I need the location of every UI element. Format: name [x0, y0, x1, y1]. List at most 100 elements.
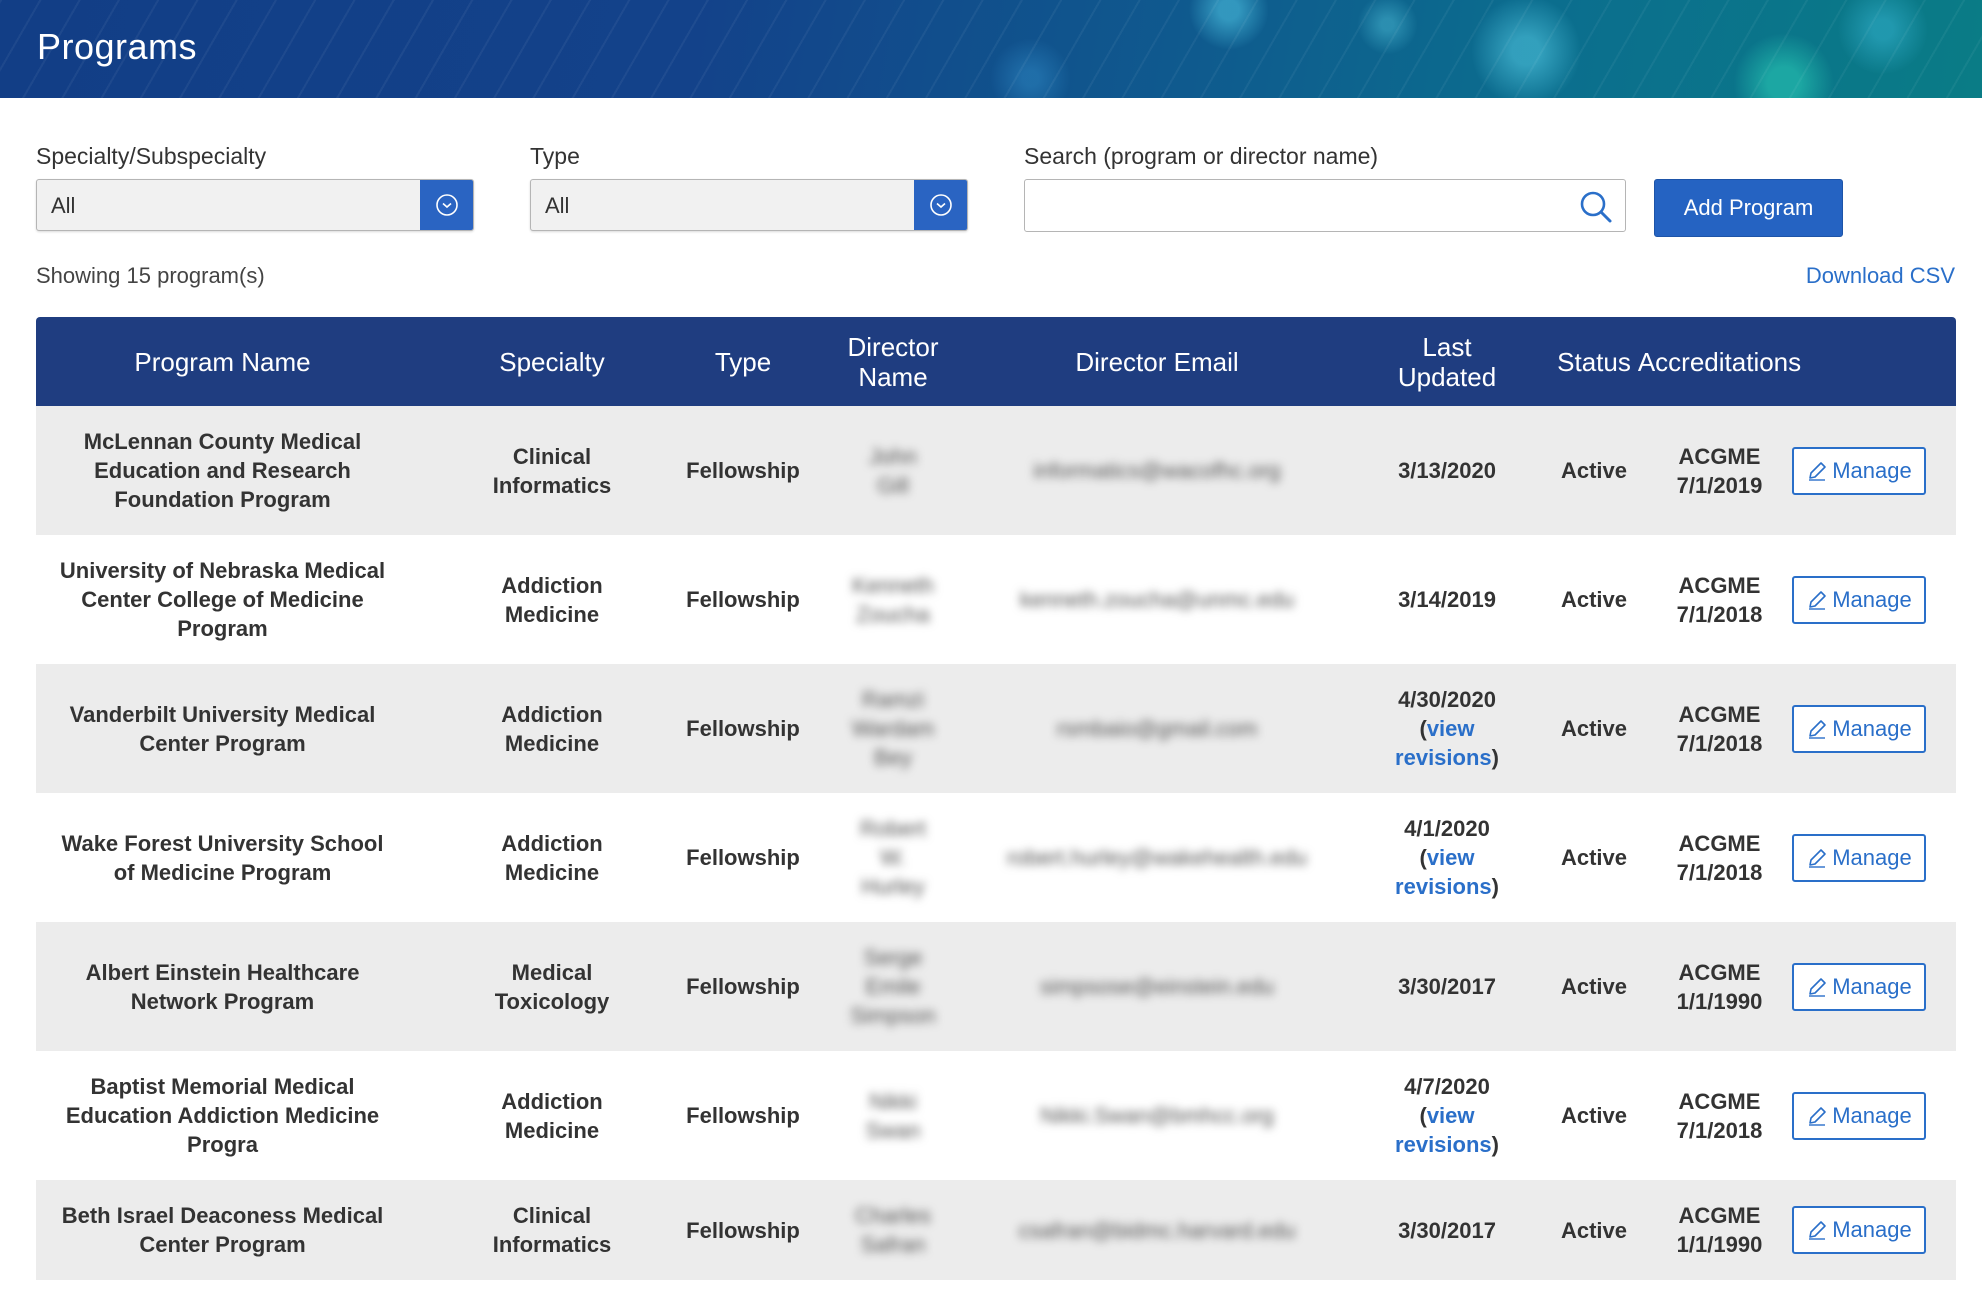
- last-updated-date: 3/30/2017: [1398, 974, 1496, 999]
- search-label: Search (program or director name): [1024, 143, 1379, 169]
- program-specialty: Clinical Informatics: [492, 443, 612, 498]
- col-director-email[interactable]: Director Email: [978, 317, 1336, 406]
- manage-label: Manage: [1832, 457, 1912, 483]
- manage-button[interactable]: Manage: [1792, 1091, 1926, 1140]
- type-select-value: All: [545, 193, 570, 218]
- manage-label: Manage: [1832, 586, 1912, 612]
- manage-label: Manage: [1832, 844, 1912, 870]
- program-name: Wake Forest University School of Medicin…: [61, 830, 384, 885]
- page-title: Programs: [37, 26, 198, 67]
- pencil-icon: [1806, 1105, 1828, 1127]
- manage-button[interactable]: Manage: [1792, 962, 1926, 1011]
- col-director-name[interactable]: Director Name: [808, 317, 978, 406]
- accreditation-body: ACGME: [1678, 1088, 1761, 1114]
- chevron-down-icon[interactable]: [914, 180, 967, 230]
- manage-button[interactable]: Manage: [1792, 1206, 1926, 1254]
- director-name: Serge Emile Simpson: [850, 945, 936, 1028]
- results-count: Showing 15 program(s): [36, 263, 265, 288]
- specialty-select[interactable]: All: [36, 179, 474, 231]
- col-program-name[interactable]: Program Name: [36, 317, 409, 406]
- view-link-text: view: [1426, 716, 1475, 741]
- view-link-text: view: [1426, 1103, 1475, 1128]
- accreditation-body: ACGME: [1678, 572, 1761, 598]
- director-email: simpsose@einstein.edu: [1040, 974, 1274, 999]
- program-name: Albert Einstein Healthcare Network Progr…: [85, 959, 360, 1014]
- view-revisions-link[interactable]: view revisions: [1395, 716, 1492, 770]
- accreditation-date: 1/1/1990: [1676, 988, 1763, 1014]
- view-revisions-link[interactable]: view revisions: [1395, 845, 1492, 899]
- manage-button[interactable]: Manage: [1792, 575, 1926, 624]
- manage-button[interactable]: Manage: [1792, 446, 1926, 495]
- revisions-link-text: revisions: [1395, 874, 1492, 899]
- program-specialty: Medical Toxicology: [494, 959, 610, 1014]
- director-email: kenneth.zoucha@unmc.edu: [1019, 587, 1295, 612]
- program-name: University of Nebraska Medical Center Co…: [59, 558, 386, 641]
- table-row: McLennan County Medical Education and Re…: [36, 406, 1956, 535]
- last-updated-date: 3/14/2019: [1398, 587, 1496, 612]
- manage-label: Manage: [1832, 1217, 1912, 1242]
- last-updated-date: 4/1/2020: [1404, 816, 1490, 841]
- last-updated-date: 4/7/2020: [1404, 1074, 1490, 1099]
- program-name: Baptist Memorial Medical Education Addic…: [65, 1074, 380, 1157]
- accreditation-date: 7/1/2018: [1676, 730, 1763, 756]
- accreditation-body: ACGME: [1678, 830, 1761, 856]
- pencil-icon: [1806, 976, 1828, 998]
- manage-label: Manage: [1832, 1102, 1912, 1128]
- search-icon[interactable]: [1579, 190, 1613, 224]
- table-body: McLennan County Medical Education and Re…: [36, 406, 1956, 1280]
- program-specialty: Clinical Informatics: [492, 1203, 612, 1257]
- type-filter-label: Type: [530, 143, 580, 169]
- search-input[interactable]: [1025, 180, 1565, 231]
- program-specialty: Addiction Medicine: [501, 572, 603, 627]
- director-name: Kenneth Zoucha: [852, 572, 934, 627]
- table-row: Baptist Memorial Medical Education Addic…: [36, 1051, 1956, 1180]
- pencil-icon: [1806, 460, 1828, 482]
- pencil-icon: [1806, 718, 1828, 740]
- table-row: Vanderbilt University Medical Center Pro…: [36, 664, 1956, 793]
- last-updated-date: 3/13/2020: [1398, 458, 1496, 483]
- manage-button[interactable]: Manage: [1792, 833, 1926, 882]
- director-email: rsmbaio@gmail.com: [1056, 716, 1258, 741]
- director-email: Nikki.Swan@bmhcc.org: [1040, 1103, 1274, 1128]
- manage-label: Manage: [1832, 715, 1912, 741]
- program-specialty: Addiction Medicine: [501, 701, 603, 756]
- specialty-select-value: All: [51, 193, 76, 218]
- programs-table: Program Name Specialty Type Director Nam…: [36, 317, 1956, 1280]
- director-email: informatics@wacofhc.org: [1033, 458, 1281, 483]
- last-updated-date: 4/30/2020: [1398, 687, 1496, 712]
- table-row: Beth Israel Deaconess Medical Center Pro…: [36, 1180, 1956, 1280]
- accreditation-body: ACGME: [1678, 701, 1761, 727]
- page-banner: Programs: [0, 0, 1982, 98]
- director-email: csafran@bidmc.harvard.edu: [1018, 1217, 1296, 1243]
- director-email: robert.hurley@wakehealth.edu: [1007, 845, 1307, 870]
- specialty-filter-label: Specialty/Subspecialty: [36, 143, 267, 169]
- accreditation-date: 7/1/2018: [1676, 859, 1763, 885]
- pencil-icon: [1806, 1219, 1828, 1241]
- director-name: Nikki Swan: [865, 1088, 921, 1143]
- add-program-button[interactable]: Add Program: [1654, 179, 1843, 237]
- pencil-icon: [1806, 589, 1828, 611]
- manage-label: Manage: [1832, 973, 1912, 999]
- accreditation-body: ACGME: [1678, 443, 1761, 469]
- search-field: [1024, 179, 1626, 232]
- program-specialty: Addiction Medicine: [501, 1088, 603, 1143]
- table-row: Albert Einstein Healthcare Network Progr…: [36, 922, 1956, 1051]
- program-name: Vanderbilt University Medical Center Pro…: [69, 701, 376, 756]
- director-name: John Gill: [869, 443, 917, 498]
- download-csv-link[interactable]: Download CSV: [1806, 263, 1955, 289]
- col-accreditations[interactable]: Accreditations: [1597, 317, 1842, 406]
- program-specialty: Addiction Medicine: [501, 830, 603, 885]
- type-select[interactable]: All: [530, 179, 968, 231]
- chevron-down-icon[interactable]: [420, 180, 473, 230]
- view-revisions-link[interactable]: view revisions: [1395, 1103, 1492, 1157]
- revisions-link-text: revisions: [1395, 1132, 1492, 1157]
- col-specialty[interactable]: Specialty: [442, 317, 662, 406]
- program-name: McLennan County Medical Education and Re…: [83, 429, 362, 512]
- view-link-text: view: [1426, 845, 1475, 870]
- accreditation-body: ACGME: [1678, 1203, 1761, 1228]
- accreditation-date: 1/1/1990: [1676, 1232, 1763, 1257]
- manage-button[interactable]: Manage: [1792, 704, 1926, 753]
- pencil-icon: [1806, 847, 1828, 869]
- accreditation-date: 7/1/2018: [1676, 601, 1763, 627]
- accreditation-body: ACGME: [1678, 959, 1761, 985]
